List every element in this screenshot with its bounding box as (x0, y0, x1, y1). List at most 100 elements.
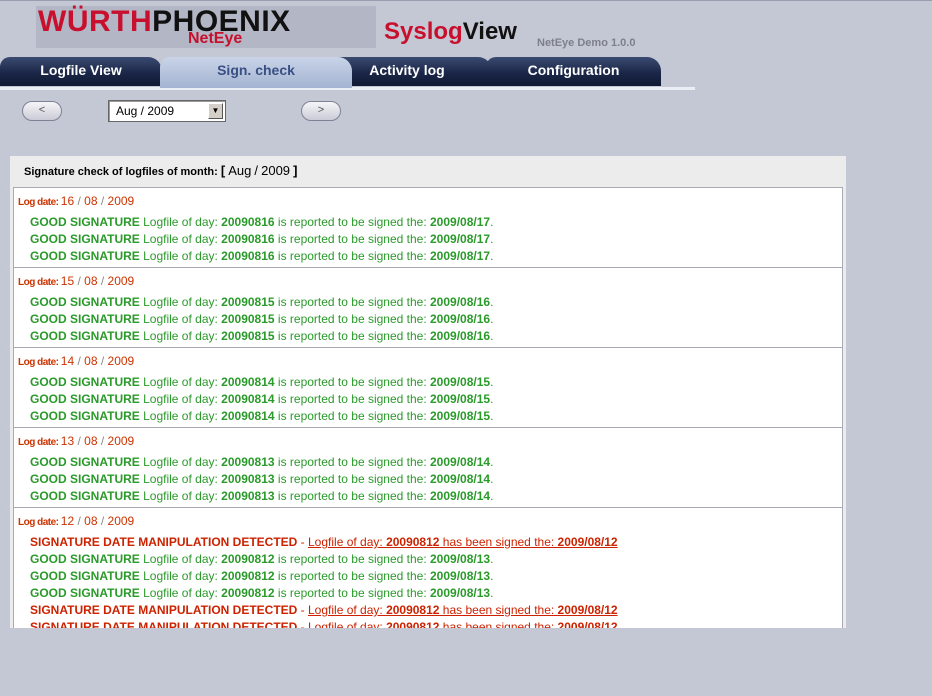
day-block: Log date: 16 / 08 / 2009 GOOD SIGNATURE L… (13, 187, 843, 267)
date-separator: / (74, 194, 85, 208)
row-text: is reported to be signed the: (274, 215, 430, 229)
signature-row-good: GOOD SIGNATURE Logfile of day: 20090815 … (14, 328, 842, 345)
status-good: GOOD SIGNATURE (30, 295, 140, 309)
log-date-year: 2009 (107, 194, 135, 208)
prev-month-button[interactable]: < (22, 101, 62, 121)
signed-date: 2009/08/13 (430, 569, 491, 583)
logfile-day: 20090813 (221, 489, 275, 503)
logfile-day: 20090812 (221, 586, 275, 600)
row-text: Logfile of day: (139, 375, 222, 389)
status-good: GOOD SIGNATURE (30, 569, 140, 583)
signed-date: 2009/08/16 (430, 329, 491, 343)
status-manipulated: SIGNATURE DATE MANIPULATION DETECTED (30, 535, 298, 549)
row-text: . (490, 249, 494, 263)
row-text: has been signed the: (439, 535, 558, 549)
row-text: has been signed the: (439, 620, 558, 628)
signature-check-panel: Signature check of logfiles of month: [ … (10, 156, 846, 628)
status-good: GOOD SIGNATURE (30, 409, 140, 423)
row-text: has been signed the: (439, 603, 558, 617)
status-good: GOOD SIGNATURE (30, 249, 140, 263)
log-date-month: 08 (84, 434, 98, 448)
log-date-title: Log date: 12 / 08 / 2009 (14, 512, 842, 534)
manipulation-detail-link[interactable]: Logfile of day: 20090812 has been signed… (308, 535, 618, 549)
row-text: . (490, 215, 494, 229)
log-date-month: 08 (84, 514, 98, 528)
log-date-month: 08 (84, 194, 98, 208)
main-tabs: Logfile View Sign. check Activity log Co… (0, 57, 700, 89)
row-text: is reported to be signed the: (274, 329, 430, 343)
row-text: . (490, 569, 494, 583)
date-separator: / (97, 274, 108, 288)
panel-heading: Signature check of logfiles of month: [ … (24, 163, 298, 178)
signed-date: 2009/08/16 (430, 312, 491, 326)
row-text: . (490, 375, 494, 389)
status-good: GOOD SIGNATURE (30, 215, 140, 229)
row-text: Logfile of day: (139, 569, 222, 583)
month-select[interactable]: Aug / 2009 ▼ (108, 100, 226, 122)
logo-wordmark: WÜRTHPHOENIX (38, 5, 291, 38)
signed-date: 2009/08/15 (430, 409, 491, 423)
log-date-title: Log date: 14 / 08 / 2009 (14, 352, 842, 374)
tab-logfile-view[interactable]: Logfile View (0, 57, 162, 86)
row-text: . (490, 295, 494, 309)
status-good: GOOD SIGNATURE (30, 489, 140, 503)
signed-date: 2009/08/12 (557, 535, 618, 549)
logfile-day: 20090816 (221, 215, 275, 229)
signature-row-good: GOOD SIGNATURE Logfile of day: 20090816 … (14, 214, 842, 231)
row-text: - (297, 603, 308, 617)
row-text: . (490, 329, 494, 343)
row-text: is reported to be signed the: (274, 586, 430, 600)
signed-date: 2009/08/15 (430, 375, 491, 389)
signed-date: 2009/08/14 (430, 489, 491, 503)
row-text: Logfile of day: (139, 249, 222, 263)
dropdown-arrow-icon[interactable]: ▼ (208, 103, 223, 119)
day-list: Log date: 16 / 08 / 2009 GOOD SIGNATURE L… (13, 187, 843, 628)
logfile-day: 20090816 (221, 249, 275, 263)
tab-sign-check[interactable]: Sign. check (160, 57, 352, 88)
version-label: NetEye Demo 1.0.0 (537, 37, 636, 49)
row-text: is reported to be signed the: (274, 409, 430, 423)
row-text: is reported to be signed the: (274, 392, 430, 406)
row-text: is reported to be signed the: (274, 375, 430, 389)
manipulation-detail-link[interactable]: Logfile of day: 20090812 has been signed… (308, 603, 618, 617)
app-title: SyslogView (384, 18, 517, 45)
row-text: Logfile of day: (308, 620, 387, 628)
row-text: . (490, 409, 494, 423)
logfile-day: 20090813 (221, 472, 275, 486)
log-date-day: 12 (60, 514, 75, 528)
signature-row-good: GOOD SIGNATURE Logfile of day: 20090815 … (14, 311, 842, 328)
signature-row-good: GOOD SIGNATURE Logfile of day: 20090813 … (14, 471, 842, 488)
log-date-day: 14 (60, 354, 75, 368)
row-text: Logfile of day: (139, 552, 222, 566)
status-good: GOOD SIGNATURE (30, 455, 140, 469)
signature-row-good: GOOD SIGNATURE Logfile of day: 20090812 … (14, 585, 842, 602)
logfile-day: 20090812 (386, 535, 440, 549)
day-block: Log date: 15 / 08 / 2009 GOOD SIGNATURE L… (13, 267, 843, 347)
status-good: GOOD SIGNATURE (30, 472, 140, 486)
signed-date: 2009/08/17 (430, 249, 491, 263)
wurth-phoenix-logo: WÜRTHPHOENIX NetEye (36, 6, 376, 48)
row-text: is reported to be signed the: (274, 472, 430, 486)
row-text: is reported to be signed the: (274, 552, 430, 566)
tab-configuration[interactable]: Configuration (486, 57, 661, 86)
logfile-day: 20090812 (221, 552, 275, 566)
row-text: Logfile of day: (139, 455, 222, 469)
logfile-day: 20090815 (221, 312, 275, 326)
day-block: Log date: 14 / 08 / 2009 GOOD SIGNATURE L… (13, 347, 843, 427)
row-text: Logfile of day: (139, 215, 222, 229)
row-text: - (297, 535, 308, 549)
log-date-label: Log date: (18, 277, 61, 288)
log-date-year: 2009 (107, 354, 135, 368)
status-good: GOOD SIGNATURE (30, 586, 140, 600)
signed-date: 2009/08/15 (430, 392, 491, 406)
date-separator: / (97, 514, 108, 528)
manipulation-detail-link[interactable]: Logfile of day: 20090812 has been signed… (308, 620, 618, 628)
logfile-day: 20090814 (221, 409, 275, 423)
logfile-day: 20090812 (386, 620, 440, 628)
signature-row-good: GOOD SIGNATURE Logfile of day: 20090814 … (14, 408, 842, 425)
row-text: . (490, 455, 494, 469)
log-date-month: 08 (84, 274, 98, 288)
row-text: . (490, 586, 494, 600)
next-month-button[interactable]: > (301, 101, 341, 121)
signed-date: 2009/08/17 (430, 232, 491, 246)
